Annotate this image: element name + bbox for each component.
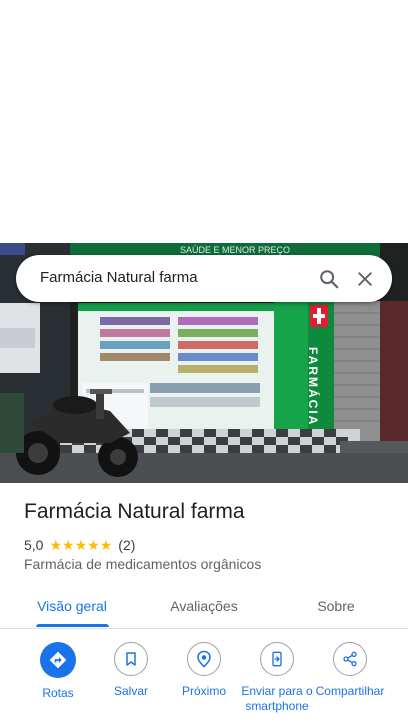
review-count[interactable]: (2)	[118, 537, 135, 553]
place-category[interactable]: Farmácia de medicamentos orgânicos	[24, 556, 261, 572]
send-to-phone-button[interactable]: Enviar para o smartphone	[240, 642, 314, 714]
close-icon	[358, 272, 372, 286]
pharmacy-sign-text: FARMÁCIA	[306, 347, 321, 426]
rating-stars: ★ ★ ★ ★ ★	[49, 538, 112, 552]
close-button[interactable]	[352, 266, 378, 292]
save-label: Salvar	[113, 684, 148, 698]
bookmark-icon	[126, 652, 136, 666]
rating-value: 5,0	[24, 537, 44, 553]
search-input[interactable]: Farmácia Natural farma	[40, 269, 198, 286]
search-bar[interactable]: Farmácia Natural farma	[16, 255, 392, 302]
star-icon: ★	[49, 537, 63, 553]
send-to-phone-icon	[272, 651, 282, 667]
tab-about[interactable]: Sobre	[290, 584, 382, 628]
search-button[interactable]	[316, 266, 342, 292]
share-label: Compartilhar	[315, 684, 385, 698]
tab-overview[interactable]: Visão geral	[24, 584, 120, 628]
star-icon: ★	[87, 537, 100, 553]
nearby-label: Próximo	[181, 684, 226, 698]
nearby-button[interactable]: Próximo	[167, 642, 241, 699]
share-icon	[343, 651, 357, 667]
tab-bar: Visão geral Avaliações Sobre	[0, 584, 408, 629]
star-icon: ★	[74, 537, 88, 553]
action-bar: Rotas Salvar Próximo Enviar para o smart…	[0, 642, 408, 726]
place-title: Farmácia Natural farma	[24, 500, 245, 523]
search-icon	[320, 270, 339, 289]
directions-icon	[49, 651, 67, 669]
star-icon: ★	[99, 537, 113, 553]
send-to-phone-label: Enviar para o smartphone	[241, 684, 313, 713]
banner-text: SAÚDE E MENOR PREÇO	[180, 245, 290, 255]
star-icon: ★	[62, 537, 75, 553]
share-button[interactable]: Compartilhar	[313, 642, 387, 699]
tab-reviews[interactable]: Avaliações	[156, 584, 252, 628]
save-button[interactable]: Salvar	[94, 642, 168, 699]
rating-row[interactable]: 5,0 ★ ★ ★ ★ ★ (2)	[24, 536, 135, 554]
active-tab-indicator	[36, 624, 109, 627]
directions-button[interactable]: Rotas	[21, 642, 95, 701]
nearby-icon	[197, 650, 211, 668]
map-area[interactable]	[0, 0, 408, 243]
directions-label: Rotas	[42, 686, 74, 700]
